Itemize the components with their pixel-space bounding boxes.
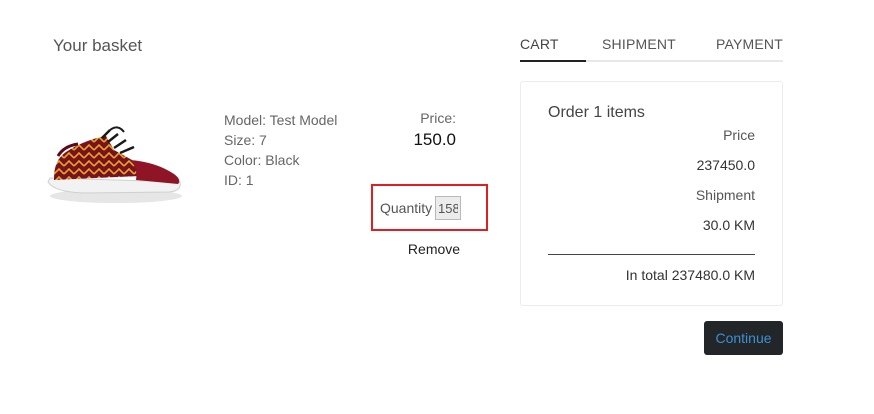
product-size: Size: 7 <box>224 132 267 148</box>
continue-button[interactable]: Continue <box>704 321 783 355</box>
remove-button[interactable]: Remove <box>400 241 468 257</box>
price-label: Price: <box>420 110 456 126</box>
checkout-tabs: CART SHIPMENT PAYMENT <box>520 36 783 62</box>
tab-payment[interactable]: PAYMENT <box>716 36 783 52</box>
order-title: Order 1 items <box>548 104 645 121</box>
order-shipment-label: Shipment <box>695 187 755 203</box>
order-total: In total 237480.0 KM <box>625 267 755 283</box>
product-id: ID: 1 <box>224 172 254 188</box>
order-price-label: Price <box>723 127 755 143</box>
active-tab-indicator <box>520 60 586 62</box>
basket-page: Your basket Model: Test Model Size: 7 Co… <box>0 0 874 414</box>
order-price-value: 237450.0 <box>696 157 755 173</box>
tab-shipment[interactable]: SHIPMENT <box>602 36 676 52</box>
order-shipment-value: 30.0 KM <box>702 217 755 233</box>
product-color: Color: Black <box>224 152 300 168</box>
quantity-label: Quantity <box>380 200 433 216</box>
product-details: Model: Test Model Size: 7 Color: Black I… <box>224 110 337 190</box>
tab-cart[interactable]: CART <box>520 36 559 52</box>
sneaker-image <box>44 120 184 210</box>
order-summary: Order 1 items Price 237450.0 Shipment 30… <box>520 81 783 306</box>
quantity-highlight: Quantity <box>371 184 488 231</box>
page-title: Your basket <box>53 36 143 55</box>
price-value: 150.0 <box>413 130 456 149</box>
quantity-input[interactable] <box>435 196 461 220</box>
product-model: Model: Test Model <box>224 112 338 128</box>
divider <box>548 254 755 255</box>
